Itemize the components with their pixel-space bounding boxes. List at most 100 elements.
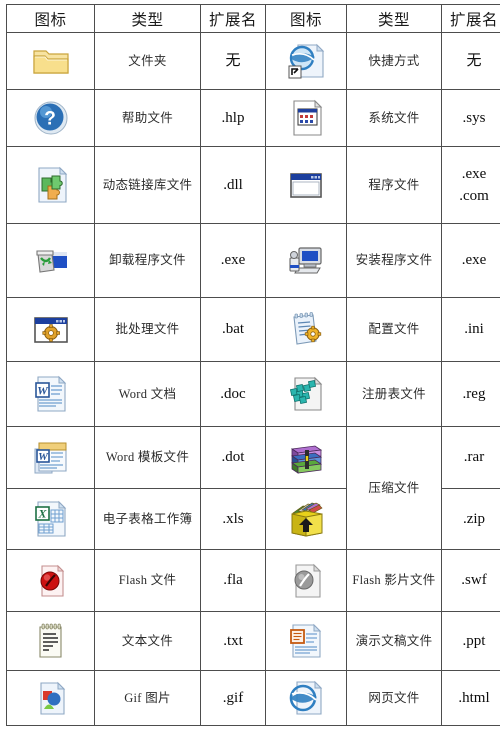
cell-type-compressed-merged: 压缩文件 [347, 427, 442, 550]
cell-icon-flash-swf [266, 550, 347, 612]
cell-ext: .sys [442, 90, 500, 147]
cell-icon-registry [266, 362, 347, 427]
cell-ext: .zip [442, 489, 500, 550]
cell-ext: .dot [201, 427, 266, 489]
winzip-icon [285, 498, 327, 540]
cell-type: 注册表文件 [347, 362, 442, 427]
cell-icon-notepad [7, 612, 95, 671]
word-doc-icon: W [30, 373, 72, 415]
svg-text:X: X [37, 507, 47, 521]
cell-ext: .ppt [442, 612, 500, 671]
cell-icon-shortcut [266, 33, 347, 90]
cell-icon-gif [7, 671, 95, 726]
cell-ext: .bat [201, 298, 266, 362]
config-notepad-gear-icon [285, 309, 327, 351]
cell-type: Word 模板文件 [95, 427, 201, 489]
table-row: 卸载程序文件 .exe 安 [7, 224, 500, 298]
excel-xls-icon: X [30, 498, 72, 540]
table-row: ? 帮助文件 .hlp [7, 90, 500, 147]
cell-icon-config [266, 298, 347, 362]
powerpoint-icon [285, 620, 327, 662]
header-type-right: 类型 [347, 5, 442, 33]
setup-computer-icon [285, 240, 327, 282]
notepad-txt-icon [30, 620, 72, 662]
cell-icon-word-template: W [7, 427, 95, 489]
cell-ext: .dll [201, 147, 266, 224]
cell-icon-program [266, 147, 347, 224]
cell-ext: .exe [442, 163, 500, 186]
cell-ext: .rar [442, 427, 500, 489]
winrar-icon [285, 437, 327, 479]
gif-image-icon [30, 677, 72, 719]
cell-icon-dll [7, 147, 95, 224]
cell-type: Gif 图片 [95, 671, 201, 726]
cell-icon-uninstall [7, 224, 95, 298]
cell-icon-folder [7, 33, 95, 90]
cell-type: 演示文稿文件 [347, 612, 442, 671]
cell-ext: .exe [201, 224, 266, 298]
system-file-icon [285, 97, 327, 139]
flash-fla-icon [30, 560, 72, 602]
table-row: W Word 文档 .doc [7, 362, 500, 427]
cell-icon-system [266, 90, 347, 147]
shortcut-ie-icon [285, 40, 327, 82]
cell-type: 配置文件 [347, 298, 442, 362]
cell-ext: .html [442, 671, 500, 726]
cell-type: 动态链接库文件 [95, 147, 201, 224]
cell-ext: .swf [442, 550, 500, 612]
cell-type: 程序文件 [347, 147, 442, 224]
help-question-icon: ? [30, 97, 72, 139]
cell-ext: .hlp [201, 90, 266, 147]
icon-reference-table: 图标 类型 扩展名 图标 类型 扩展名 [6, 4, 500, 726]
table-row: Gif 图片 .gif 网页文件 .html [7, 671, 500, 726]
cell-type: Flash 影片文件 [347, 550, 442, 612]
table-row: 文本文件 .txt [7, 612, 500, 671]
cell-icon-batch [7, 298, 95, 362]
cell-ext: .txt [201, 612, 266, 671]
header-icon-right: 图标 [266, 5, 347, 33]
cell-ext: 无 [201, 33, 266, 90]
cell-ext: 无 [442, 33, 500, 90]
cell-icon-winzip [266, 489, 347, 550]
cell-ext-multi: .exe .com [442, 147, 500, 224]
document-page: 图标 类型 扩展名 图标 类型 扩展名 [0, 4, 500, 732]
svg-text:W: W [37, 384, 49, 398]
cell-type: Word 文档 [95, 362, 201, 427]
cell-type: 批处理文件 [95, 298, 201, 362]
dll-puzzle-icon [30, 164, 72, 206]
header-type-left: 类型 [95, 5, 201, 33]
header-icon-left: 图标 [7, 5, 95, 33]
cell-type: 文本文件 [95, 612, 201, 671]
svg-text:?: ? [44, 109, 56, 130]
table-row: Flash 文件 .fla Flash 影片文件 .swf [7, 550, 500, 612]
folder-icon [30, 40, 72, 82]
word-template-icon: W [30, 437, 72, 479]
cell-type: 帮助文件 [95, 90, 201, 147]
cell-ext: .reg [442, 362, 500, 427]
cell-icon-help: ? [7, 90, 95, 147]
header-ext-left: 扩展名 [201, 5, 266, 33]
cell-type: 安装程序文件 [347, 224, 442, 298]
svg-text:W: W [38, 451, 49, 463]
table-header-row: 图标 类型 扩展名 图标 类型 扩展名 [7, 5, 500, 33]
cell-icon-winrar [266, 427, 347, 489]
table-row: 批处理文件 .bat [7, 298, 500, 362]
program-window-icon [285, 164, 327, 206]
cell-icon-html [266, 671, 347, 726]
cell-ext-secondary: .com [442, 185, 500, 208]
header-ext-right: 扩展名 [442, 5, 500, 33]
cell-ext: .ini [442, 298, 500, 362]
cell-type: 系统文件 [347, 90, 442, 147]
table-row: 文件夹 无 [7, 33, 500, 90]
cell-icon-flash-fla [7, 550, 95, 612]
cell-ext: .doc [201, 362, 266, 427]
cell-icon-excel: X [7, 489, 95, 550]
uninstall-icon [30, 240, 72, 282]
cell-type: Flash 文件 [95, 550, 201, 612]
cell-ext: .fla [201, 550, 266, 612]
table-row: W Word 模板文件 .dot [7, 427, 500, 489]
cell-ext: .exe [442, 224, 500, 298]
cell-icon-powerpoint [266, 612, 347, 671]
cell-type: 文件夹 [95, 33, 201, 90]
cell-icon-setup [266, 224, 347, 298]
